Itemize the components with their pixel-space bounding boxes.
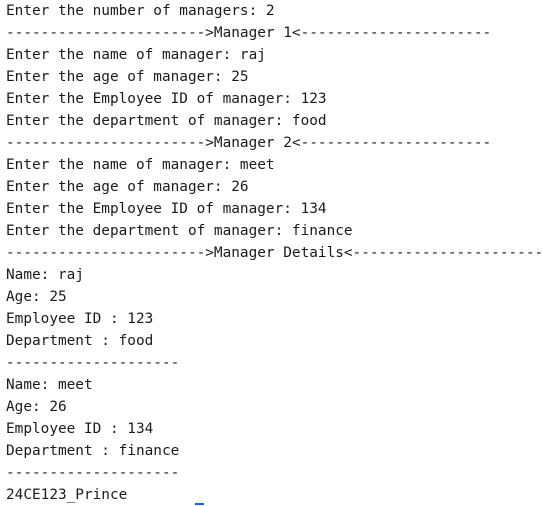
prompt-manager-1-age: Enter the age of manager: 25 — [6, 69, 249, 85]
text-cursor — [195, 503, 204, 505]
prompt-manager-2-department: Enter the department of manager: finance — [6, 223, 353, 239]
details-divider-1: -------------------- — [6, 355, 180, 371]
student-id-line: 24CE123_Prince — [6, 487, 128, 503]
prompt-manager-1-employee-id: Enter the Employee ID of manager: 123 — [6, 91, 327, 107]
details-2-department: Department : finance — [6, 443, 180, 459]
details-2-age: Age: 26 — [6, 399, 67, 415]
details-2-name: Name: meet — [6, 377, 93, 393]
details-1-name: Name: raj — [6, 267, 84, 283]
details-2-employee-id: Employee ID : 134 — [6, 421, 154, 437]
prompt-number-of-managers: Enter the number of managers: 2 — [6, 3, 275, 19]
prompt-manager-1-department: Enter the department of manager: food — [6, 113, 327, 129]
details-1-age: Age: 25 — [6, 289, 67, 305]
prompt-manager-1-name: Enter the name of manager: raj — [6, 47, 266, 63]
prompt-manager-2-name: Enter the name of manager: meet — [6, 157, 275, 173]
manager-2-separator: ----------------------->Manager 2<------… — [6, 135, 492, 151]
prompt-manager-2-employee-id: Enter the Employee ID of manager: 134 — [6, 201, 327, 217]
terminal-output[interactable]: Enter the number of managers: 2 --------… — [6, 0, 542, 506]
details-1-employee-id: Employee ID : 123 — [6, 311, 154, 327]
details-divider-2: -------------------- — [6, 465, 180, 481]
manager-1-separator: ----------------------->Manager 1<------… — [6, 25, 492, 41]
manager-details-separator: ----------------------->Manager Details<… — [6, 245, 542, 261]
details-1-department: Department : food — [6, 333, 154, 349]
prompt-manager-2-age: Enter the age of manager: 26 — [6, 179, 249, 195]
